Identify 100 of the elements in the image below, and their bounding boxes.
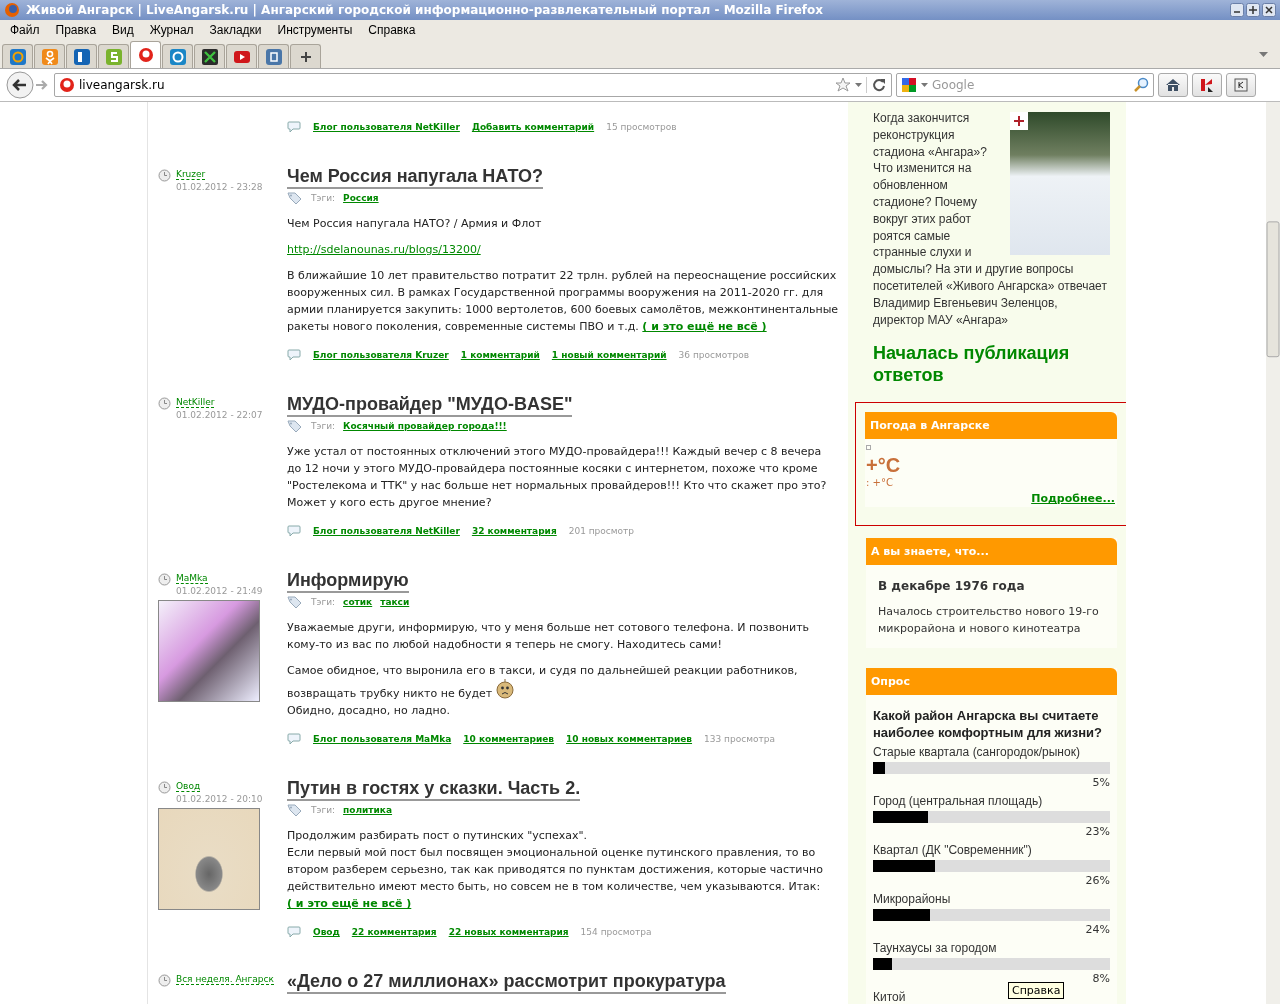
tags-label: Тэги:: [311, 805, 336, 815]
home-icon: [1165, 78, 1181, 92]
menu-item[interactable]: Инструменты: [269, 23, 361, 37]
star-icon[interactable]: [835, 77, 851, 93]
footer-link[interactable]: 1 новый комментарий: [551, 350, 667, 360]
panel-header: Погода в Ангарске: [865, 412, 1117, 440]
comment-icon: [287, 121, 301, 133]
new-tab-button[interactable]: [290, 44, 321, 68]
back-button[interactable]: [6, 71, 34, 99]
browser-tab[interactable]: [130, 41, 161, 68]
poll-percent: 24%: [1084, 923, 1110, 938]
footer-link[interactable]: Блог пользователя MaMka: [313, 734, 452, 744]
poll-percent: 5%: [1091, 776, 1110, 791]
author-link[interactable]: MaMka: [176, 573, 208, 584]
site-icon: [201, 48, 218, 65]
post-title[interactable]: Информирую: [287, 569, 409, 593]
home-button[interactable]: [1158, 73, 1188, 97]
comment-icon: [287, 525, 301, 537]
post-date: 01.02.2012 - 22:07: [176, 410, 263, 420]
image-placeholder: [866, 445, 871, 451]
post-date: 01.02.2012 - 23:28: [176, 182, 263, 192]
poll-percent: 23%: [1084, 825, 1110, 840]
reload-icon[interactable]: [866, 77, 887, 93]
menu-item[interactable]: Файл: [2, 23, 48, 37]
forward-icon[interactable]: [34, 78, 50, 92]
footer-link[interactable]: 22 комментария: [351, 927, 437, 937]
tag-link[interactable]: Косячный провайдер города!!!: [343, 421, 507, 431]
menu-item[interactable]: Правка: [47, 23, 105, 37]
footer-link[interactable]: 32 комментария: [471, 526, 557, 536]
post-title[interactable]: Чем Россия напугала НАТО?: [287, 165, 543, 189]
tag-icon: [287, 419, 303, 433]
read-more-link[interactable]: ( и это ещё не всё ): [287, 897, 412, 910]
post-title[interactable]: МУДО-провайдер "МУДО-BASE": [287, 393, 573, 417]
comment-icon: [287, 733, 301, 745]
tag-link[interactable]: сотик: [343, 597, 373, 607]
comment-icon: [287, 926, 301, 938]
menu-item[interactable]: Закладки: [201, 23, 270, 37]
author-link[interactable]: Вся неделя. Ангарск: [176, 974, 274, 985]
fact-text: Началось строительство нового 19-го микрорайона и нового кинотеатра: [878, 604, 1100, 638]
tooltip: Справка: [1008, 982, 1065, 999]
more-link[interactable]: Подробнее...: [866, 492, 1115, 506]
clock-icon: [158, 781, 171, 794]
site-icon: [41, 48, 58, 65]
tag-link[interactable]: Россия: [343, 193, 379, 203]
read-more-link[interactable]: ( и это ещё не всё ): [642, 320, 767, 333]
clock-icon: [158, 573, 171, 586]
site-icon: [105, 48, 122, 65]
headline-link[interactable]: Началась публикация ответов: [873, 342, 1110, 387]
footer-link[interactable]: Блог пользователя NetKiller: [313, 122, 460, 132]
footer-link[interactable]: 10 новых комментариев: [566, 734, 693, 744]
post-text: Уже устал от постоянных отключений этого МУДО-провайдера!!! Каждый вечер с 8 вечера до 12 ночи у этого МУДО-провайдера постоянные косяки с интернетом, похоже что кроме "Ростелекома и ТТК" у нас больше нет нормальных провайдеров!!! Кто что скажет про это? Может у кого есть другое мнение?: [287, 444, 828, 511]
caret-icon[interactable]: [855, 82, 862, 88]
search-engine-icon: [901, 77, 917, 93]
post-text: Уважаемые други, информирую, что у меня больше нет сотового телефона. И позвонить кому-то из вас по любой надобности я теперь не смогу. Находитесь сами!: [287, 620, 811, 653]
footer-link[interactable]: Блог пользователя NetKiller: [313, 526, 460, 536]
author-link[interactable]: NetKiller: [176, 397, 215, 408]
menu-item[interactable]: Вид: [104, 23, 142, 37]
panel-header: А вы знаете, что...: [866, 538, 1117, 566]
poll-percent: 8%: [1091, 972, 1110, 987]
footer-link[interactable]: Блог пользователя Kruzer: [313, 350, 449, 360]
footer-link[interactable]: 1 комментарий: [460, 350, 540, 360]
plus-icon[interactable]: [1010, 112, 1028, 130]
scrollbar-drawing[interactable]: [1266, 102, 1280, 1004]
author-link[interactable]: Овод: [176, 781, 201, 792]
key-icon: [1234, 78, 1248, 92]
site-icon: [73, 48, 90, 65]
menu-item[interactable]: Справка: [360, 23, 424, 37]
antivirus-button[interactable]: [1192, 73, 1222, 97]
search-bar[interactable]: Google: [896, 73, 1154, 97]
caret-icon[interactable]: [921, 82, 928, 88]
minimize-icon[interactable]: [1230, 3, 1244, 17]
antivirus-icon: [1199, 77, 1215, 93]
post-url-link[interactable]: http://sdelanounas.ru/blogs/13200/: [287, 243, 481, 256]
views-count: 201 просмотр: [568, 526, 635, 536]
panel-header: Опрос: [866, 668, 1117, 696]
tag-icon: [287, 191, 303, 205]
browser-tab[interactable]: [194, 44, 225, 68]
maximize-icon[interactable]: [1246, 3, 1260, 17]
menu-item[interactable]: Журнал: [141, 23, 202, 37]
browser-tab[interactable]: [66, 44, 97, 68]
browser-logo-icon: [4, 2, 20, 18]
search-field[interactable]: Google: [932, 78, 1129, 92]
address-field[interactable]: liveangarsk.ru: [79, 78, 831, 92]
tag-link[interactable]: политика: [343, 805, 393, 815]
views-count: 154 просмотра: [580, 927, 652, 937]
extension-button[interactable]: [1226, 73, 1256, 97]
author-link[interactable]: Kruzer: [176, 169, 206, 180]
post-text: Чем Россия напугала НАТО? / Армия и Флот: [287, 216, 543, 232]
search-icon[interactable]: [1133, 77, 1149, 93]
post-date: 01.02.2012 - 20:10: [176, 794, 263, 804]
post-title[interactable]: Путин в гостях у сказки. Часть 2.: [287, 777, 581, 801]
tag-link[interactable]: такси: [380, 597, 410, 607]
close-icon[interactable]: [1262, 3, 1276, 17]
footer-link[interactable]: Овод: [313, 927, 340, 937]
footer-link[interactable]: Добавить комментарий: [471, 122, 595, 132]
caret-icon[interactable]: [1259, 52, 1268, 58]
post-title[interactable]: «Дело о 27 миллионах» рассмотрит прокуратура: [287, 970, 726, 994]
footer-link[interactable]: 10 комментариев: [463, 734, 555, 744]
address-bar[interactable]: liveangarsk.ru: [54, 73, 892, 97]
footer-link[interactable]: 22 новых комментария: [448, 927, 569, 937]
